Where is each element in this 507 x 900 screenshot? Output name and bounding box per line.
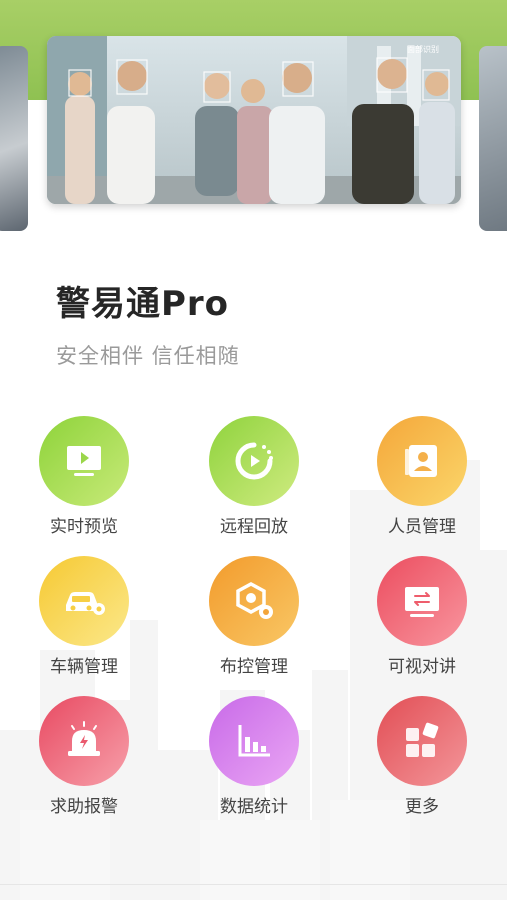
personnel-icon-circle	[377, 416, 467, 506]
banner-next-slide[interactable]	[479, 46, 507, 231]
person-card-icon	[405, 445, 437, 477]
menu-item-vehicle[interactable]: 车辆管理	[4, 556, 164, 686]
menu-label: 布控管理	[220, 657, 288, 677]
bar-chart-icon	[238, 725, 270, 757]
banner-overlay-text: 面部识别	[407, 44, 439, 54]
intercom-icon-circle	[377, 556, 467, 646]
menu-item-remote-playback[interactable]: 远程回放	[174, 416, 334, 546]
vehicle-icon-circle	[39, 556, 129, 646]
banner-crowd-image: 面部识别	[47, 36, 461, 204]
deployment-icon-circle	[209, 556, 299, 646]
menu-label: 求助报警	[50, 797, 118, 817]
menu-item-live-preview[interactable]: 实时预览	[4, 416, 164, 546]
banner-prev-slide[interactable]	[0, 46, 28, 231]
statistics-icon-circle	[209, 696, 299, 786]
monitor-play-icon	[67, 446, 101, 476]
menu-item-data-statistics[interactable]: 数据统计	[174, 696, 334, 826]
menu-item-video-intercom[interactable]: 可视对讲	[342, 556, 502, 686]
banner-current-slide[interactable]: 面部识别	[47, 36, 461, 204]
menu-item-more[interactable]: 更多	[342, 696, 502, 826]
alarm-light-icon	[68, 721, 100, 756]
alarm-icon-circle	[39, 696, 129, 786]
menu-label: 数据统计	[220, 797, 288, 817]
menu-item-help-alarm[interactable]: 求助报警	[4, 696, 164, 826]
menu-label: 车辆管理	[50, 657, 118, 677]
intercom-screen-icon	[405, 587, 439, 617]
menu-label: 远程回放	[220, 517, 288, 537]
bottom-divider	[0, 884, 507, 885]
remote-playback-icon-circle	[209, 416, 299, 506]
more-apps-icon	[406, 722, 439, 757]
menu-label: 人员管理	[388, 517, 456, 537]
menu-label: 实时预览	[50, 517, 118, 537]
menu-item-personnel[interactable]: 人员管理	[342, 416, 502, 546]
live-preview-icon-circle	[39, 416, 129, 506]
menu-label: 可视对讲	[388, 657, 456, 677]
menu-item-deployment-control[interactable]: 布控管理	[174, 556, 334, 686]
menu-label: 更多	[405, 797, 439, 817]
banner-carousel[interactable]: 面部识别	[0, 36, 507, 231]
car-gear-icon	[66, 592, 105, 615]
playback-icon	[235, 442, 273, 480]
more-icon-circle	[377, 696, 467, 786]
hexagon-gear-icon	[236, 582, 273, 619]
app-title: 警易通Pro	[56, 284, 230, 324]
app-slogan: 安全相伴 信任相随	[56, 344, 240, 368]
